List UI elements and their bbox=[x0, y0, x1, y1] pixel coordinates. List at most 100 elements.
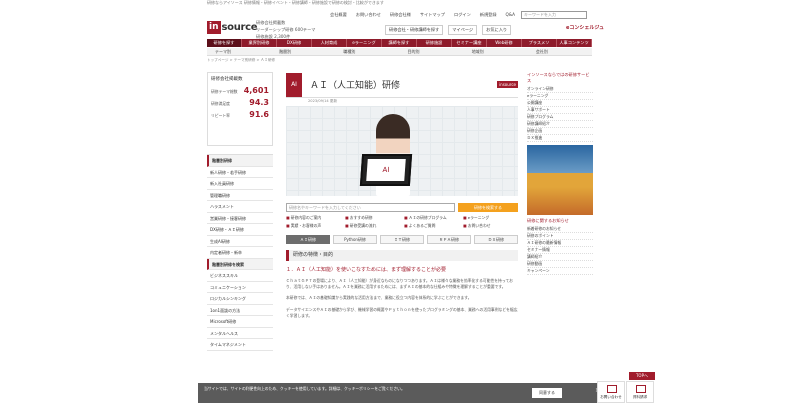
side-menu-item[interactable]: DX研修・ＡＩ研修 bbox=[207, 224, 273, 236]
right-item[interactable]: オンライン研修 bbox=[527, 86, 593, 93]
tab-rpa[interactable]: ＲＰＡ研修 bbox=[427, 235, 471, 244]
right-sidebar: インソースならではの研修サービス オンライン研修 eラーニング 公開講座 人事サ… bbox=[527, 72, 593, 275]
tab-python[interactable]: Python研修 bbox=[333, 235, 377, 244]
stats-box: 研修会社掲載数 研修テーマ総数 4,601 研修満足度 94.3 リピート率 9… bbox=[207, 72, 273, 146]
side-menu-item[interactable]: 1on1面談の方法 bbox=[207, 305, 273, 316]
nav-item[interactable]: 研修施設 bbox=[417, 39, 452, 47]
side-menu-heading[interactable]: 階層別研修 bbox=[207, 155, 273, 167]
topic-tabs: ＡＩ研修 Python研修 ＩＴ研修 ＲＰＡ研修 ＤＸ研修 bbox=[286, 235, 518, 244]
side-menu-item[interactable]: メンタルヘルス bbox=[207, 328, 273, 339]
nav-item[interactable]: 講師を探す bbox=[382, 39, 417, 47]
stat-label: 研修テーマ総数 bbox=[211, 89, 238, 94]
nav-item[interactable]: 人事コンテンツ bbox=[557, 39, 592, 47]
contact-fab-label: お問い合わせ bbox=[600, 395, 622, 399]
side-menu-item[interactable]: ビジネススキル bbox=[207, 270, 273, 282]
anchor-link[interactable]: 研修受講の流れ bbox=[345, 223, 400, 229]
news-item[interactable]: セミナー情報 bbox=[527, 247, 593, 254]
cookie-accept-button[interactable]: 同意する bbox=[532, 388, 562, 398]
anchor-link[interactable]: おすすめ研修 bbox=[345, 215, 400, 221]
side-menu-item[interactable]: 生成AI研修 bbox=[207, 236, 273, 247]
training-search-input[interactable]: 研修名やキーワードを入力してください bbox=[286, 203, 455, 212]
tab-dx[interactable]: ＤＸ研修 bbox=[474, 235, 518, 244]
breadcrumb[interactable]: トップページ > テーマ別研修 > ＡＩ研修 bbox=[207, 58, 275, 63]
document-icon bbox=[636, 385, 646, 393]
mypage-button[interactable]: マイページ bbox=[448, 25, 478, 35]
econcierge-logo[interactable]: eコンシェルジュ bbox=[566, 24, 604, 31]
subnav-item[interactable]: 地域別 bbox=[464, 48, 528, 55]
side-menu-item[interactable]: ハラスメント bbox=[207, 201, 273, 213]
right-item[interactable]: 研修プログラム bbox=[527, 114, 593, 121]
anchor-link[interactable]: eラーニング bbox=[463, 215, 518, 221]
side-menu-item[interactable]: 営業研修・接客研修 bbox=[207, 213, 273, 224]
toplink-register[interactable]: 新規登録 bbox=[480, 12, 497, 18]
subnav-item[interactable]: 目的別 bbox=[400, 48, 464, 55]
right-item[interactable]: eラーニング bbox=[527, 93, 593, 100]
news-item[interactable]: 講師紹介 bbox=[527, 254, 593, 261]
toplink-sitemap[interactable]: サイトマップ bbox=[420, 12, 445, 18]
header-search-input[interactable]: キーワードを入力 bbox=[521, 11, 587, 19]
subnav-item[interactable]: 階層別 bbox=[271, 48, 335, 55]
news-item[interactable]: キャンペーン bbox=[527, 268, 593, 275]
nav-item[interactable]: 業界別研修 bbox=[242, 39, 277, 47]
side-menu-item[interactable]: Microsoft研修 bbox=[207, 316, 273, 328]
toplink-partner[interactable]: 研修会社様 bbox=[390, 12, 411, 18]
toplink-login[interactable]: ログイン bbox=[454, 12, 471, 18]
subnav-item[interactable]: 職種別 bbox=[335, 48, 399, 55]
paragraph: ＣｈａｔＧＰＴの登場により、ＡＩ（人工知能）が身近なものになりつつあります。ＡＩ… bbox=[286, 278, 513, 290]
cookie-banner: 当サイトでは、サイトの利便性向上のため、クッキーを使用しています。詳細は、クッキ… bbox=[198, 383, 608, 403]
anchor-link[interactable]: 研修内容のご案内 bbox=[286, 215, 341, 221]
to-top-button[interactable]: TOPへ bbox=[629, 372, 655, 380]
nav-item[interactable]: プラスメソ bbox=[522, 39, 557, 47]
news-item[interactable]: 研修のポイント bbox=[527, 233, 593, 240]
side-menu-item[interactable]: 管理職研修 bbox=[207, 190, 273, 201]
news-item[interactable]: 研修動画 bbox=[527, 261, 593, 268]
site-logo[interactable]: in source bbox=[207, 19, 258, 36]
news-item[interactable]: ＡＩ研修の最新情報 bbox=[527, 240, 593, 247]
anchor-link[interactable]: お問い合わせ bbox=[463, 223, 518, 229]
document-fab[interactable]: 資料請求 bbox=[626, 381, 654, 403]
recommend-button[interactable]: 研修会社・研修講師を探す bbox=[385, 25, 444, 35]
side-menu-item[interactable]: タイムマネジメント bbox=[207, 339, 273, 351]
side-menu-heading[interactable]: 階層別研修を検索 bbox=[207, 258, 273, 270]
tab-ai[interactable]: ＡＩ研修 bbox=[286, 235, 330, 244]
right-item[interactable]: 研修企画 bbox=[527, 128, 593, 135]
side-menu-item[interactable]: 内定者研修・新卒 bbox=[207, 247, 273, 259]
nav-item[interactable]: Web研修 bbox=[487, 39, 522, 47]
stat-label: リピート率 bbox=[211, 113, 230, 118]
subnav-item[interactable]: テーマ別 bbox=[207, 48, 271, 55]
nav-item[interactable]: 人材育成 bbox=[312, 39, 347, 47]
anchor-link[interactable]: よくあるご質問 bbox=[404, 223, 459, 229]
toplink-qa[interactable]: Q&A bbox=[506, 12, 515, 18]
side-menu-item[interactable]: ロジカルシンキング bbox=[207, 293, 273, 305]
nav-item[interactable]: 研修を探す bbox=[207, 39, 242, 47]
news-item[interactable]: 新着研修のお知らせ bbox=[527, 226, 593, 233]
side-menu-item[interactable]: 新人研修・若手研修 bbox=[207, 167, 273, 178]
side-menu-item[interactable]: コミュニケーション bbox=[207, 282, 273, 293]
anchor-link[interactable]: ＡＩの研修プログラム bbox=[404, 215, 459, 221]
page-title: ＡＩ（人工知能）研修 bbox=[310, 81, 401, 91]
right-item[interactable]: ＤＸ推進 bbox=[527, 135, 593, 142]
subnav-item[interactable]: 会社別 bbox=[528, 48, 592, 55]
paragraph: 本研修では、ＡＩの基礎知識から実践的な活用方法まで、業務に役立つ内容を体系的に学… bbox=[286, 295, 472, 301]
toplink-company[interactable]: 会社概要 bbox=[330, 12, 347, 18]
toplink-contact[interactable]: お問い合わせ bbox=[356, 12, 381, 18]
mail-icon bbox=[607, 385, 617, 393]
autumn-photo[interactable] bbox=[527, 145, 593, 215]
nav-item[interactable]: セミナー講座 bbox=[452, 39, 487, 47]
contact-fab[interactable]: お問い合わせ bbox=[597, 381, 625, 403]
anchor-link[interactable]: 実績・お客様の声 bbox=[286, 223, 341, 229]
right-item[interactable]: 公開講座 bbox=[527, 100, 593, 107]
logo-in: in bbox=[207, 21, 221, 34]
tab-it[interactable]: ＩＴ研修 bbox=[380, 235, 424, 244]
document-fab-label: 資料請求 bbox=[632, 395, 648, 399]
header-buttons: 研修会社・研修講師を探す マイページ お気に入り bbox=[385, 25, 512, 35]
right-item[interactable]: 研修講師紹介 bbox=[527, 121, 593, 128]
stat-value: 91.6 bbox=[249, 110, 269, 119]
favorite-button[interactable]: お気に入り bbox=[482, 25, 512, 35]
nav-item[interactable]: eラーニング bbox=[347, 39, 382, 47]
nav-item[interactable]: DX研修 bbox=[277, 39, 312, 47]
training-search: 研修名やキーワードを入力してください 研修を検索する bbox=[286, 203, 518, 212]
right-item[interactable]: 人事サポート bbox=[527, 107, 593, 114]
training-search-button[interactable]: 研修を検索する bbox=[458, 203, 518, 212]
side-menu-item[interactable]: 新入社員研修 bbox=[207, 178, 273, 190]
